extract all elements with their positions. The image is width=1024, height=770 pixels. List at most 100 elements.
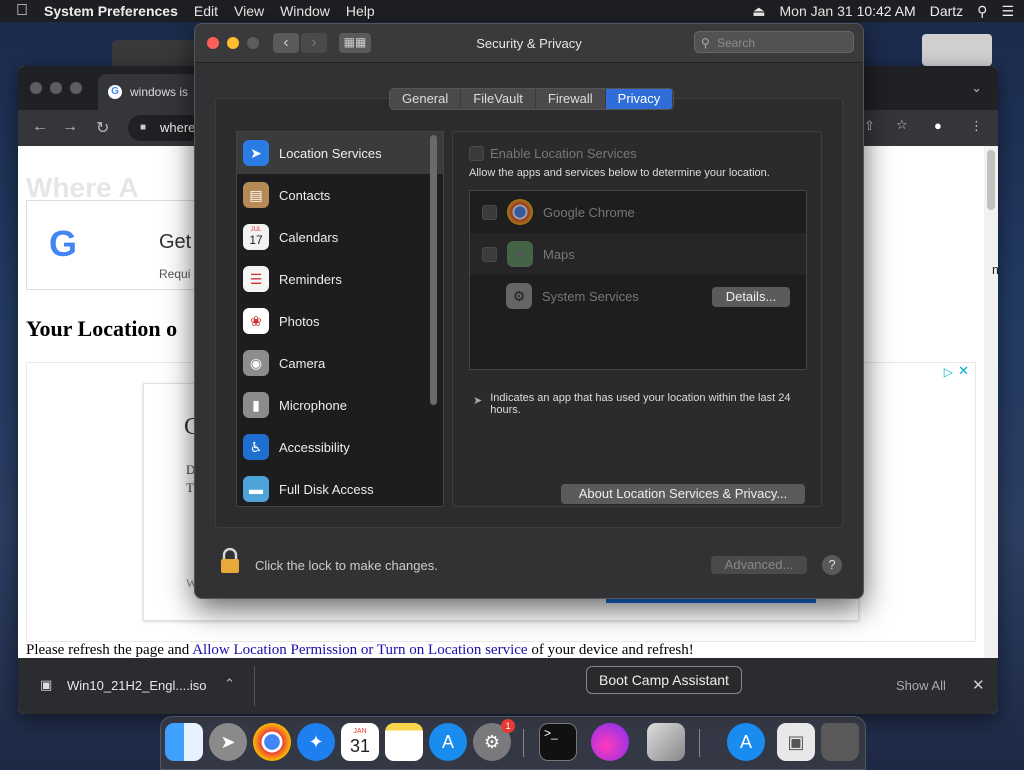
menu-bar:  System Preferences Edit View Window He… (0, 0, 1024, 22)
tab-search-chevron-icon[interactable]: ⌄ (971, 80, 982, 96)
tab-general[interactable]: General (390, 89, 462, 109)
category-item-accessibility[interactable]: ♿ Accessibility (237, 426, 443, 468)
download-chevron-icon[interactable]: ⌃ (224, 676, 235, 692)
system-preferences-gear-icon[interactable]: ⚙ 1 (473, 719, 515, 761)
installer-orb-icon[interactable] (591, 723, 629, 761)
right-edge-text: m (992, 262, 998, 277)
card-title: Get (159, 231, 192, 253)
category-item-photos[interactable]: ❀ Photos (237, 300, 443, 342)
app-store-download-icon[interactable]: A (727, 723, 765, 761)
boot-camp-assistant-icon[interactable] (647, 723, 685, 761)
profile-avatar-icon[interactable]: ● (934, 118, 942, 133)
maps-checkbox[interactable] (482, 246, 497, 262)
google-card: G Get Requi (26, 200, 218, 290)
category-label: Camera (279, 355, 326, 371)
background-window-right (922, 34, 992, 66)
menu-window[interactable]: Window (280, 3, 330, 19)
category-label: Calendars (279, 229, 339, 245)
details-button[interactable]: Details... (712, 287, 790, 307)
category-scroll-thumb[interactable] (430, 135, 437, 405)
trash-icon[interactable] (821, 723, 859, 761)
location-permission-link[interactable]: Allow Location Permission or Turn on Loc… (192, 642, 527, 658)
show-all-button[interactable]: Show All (896, 678, 946, 693)
app-name-system-services: System Services (542, 288, 639, 304)
ad-close-icon[interactable]: ✕ (958, 363, 969, 379)
notification-badge: 1 (501, 719, 515, 733)
tab-privacy[interactable]: Privacy (605, 89, 674, 109)
menu-edit[interactable]: Edit (194, 3, 218, 19)
close-shelf-icon[interactable]: ✕ (972, 676, 985, 694)
refresh-text-before: Please refresh the page and (26, 642, 193, 658)
spotlight-search-icon[interactable]: ⚲ (977, 3, 987, 20)
category-item-reminders[interactable]: ☰ Reminders (237, 258, 443, 300)
forward-icon[interactable]: → (62, 118, 78, 136)
reload-icon[interactable]: ↻ (96, 118, 109, 138)
menu-view[interactable]: View (234, 3, 264, 19)
ad-choices-icon[interactable]: ▷ (944, 365, 953, 380)
category-item-full-disk-access[interactable]: ▬ Full Disk Access (237, 468, 443, 506)
menu-app-name[interactable]: System Preferences (44, 3, 178, 19)
app-store-icon[interactable]: A (429, 723, 467, 761)
category-item-microphone[interactable]: ▮ Microphone (237, 384, 443, 426)
dock-calendar-month: JAN (353, 728, 367, 735)
category-label: Photos (279, 313, 320, 329)
page-scrollbar[interactable] (984, 146, 998, 658)
bookmark-star-icon[interactable]: ☆ (896, 117, 908, 133)
app-row-chrome[interactable]: Google Chrome (470, 191, 806, 233)
finder-icon[interactable] (165, 723, 203, 761)
chrome-checkbox[interactable] (482, 204, 497, 220)
close-window-button[interactable] (30, 82, 42, 94)
shelf-divider (254, 666, 255, 706)
share-icon[interactable]: ⇧ (864, 118, 875, 134)
document-icon[interactable]: ▣ (777, 723, 815, 761)
tab-firewall[interactable]: Firewall (535, 89, 606, 109)
location-app-list: Google Chrome ➤ Maps ⚙ System Services D… (469, 190, 807, 370)
category-item-calendars[interactable]: JUL 17 Calendars (237, 216, 443, 258)
lock-icon[interactable] (219, 547, 241, 574)
camera-icon: ◉ (243, 350, 269, 376)
download-filename[interactable]: Win10_21H2_Engl....iso (67, 678, 206, 693)
ad-letter-2: T (186, 480, 194, 495)
security-privacy-window: ‹ › ▦▦ Security & Privacy ⚲ Search ➤ Loca… (194, 23, 864, 599)
page-scroll-thumb[interactable] (987, 150, 995, 210)
zoom-window-button[interactable] (70, 82, 82, 94)
menu-datetime[interactable]: Mon Jan 31 10:42 AM (780, 3, 916, 19)
launchpad-rocket-icon[interactable]: ➤ (209, 723, 247, 761)
location-arrow-icon: ➤ (243, 140, 269, 166)
menu-user[interactable]: Dartz (930, 3, 963, 19)
chrome-menu-icon[interactable]: ⋮ (970, 118, 983, 134)
category-label: Contacts (279, 187, 331, 203)
category-item-camera[interactable]: ◉ Camera (237, 342, 443, 384)
tab-filevault[interactable]: FileVault (461, 89, 536, 109)
lock-message: Click the lock to make changes. (255, 558, 438, 573)
microphone-icon: ▮ (243, 392, 269, 418)
apple-menu-icon[interactable]:  (16, 2, 28, 20)
category-label: Full Disk Access (279, 481, 374, 497)
advanced-button[interactable]: Advanced... (711, 556, 807, 574)
minimize-window-button[interactable] (50, 82, 62, 94)
menu-help[interactable]: Help (346, 3, 375, 19)
dock: ➤ ✦ JAN 31 A ⚙ 1 >_ A ▣ (160, 716, 866, 770)
enable-location-checkbox[interactable] (469, 146, 484, 161)
calendar-dock-icon[interactable]: JAN 31 (341, 723, 379, 761)
enable-location-row[interactable]: Enable Location Services (469, 146, 637, 161)
category-item-contacts[interactable]: ▤ Contacts (237, 174, 443, 216)
category-label: Reminders (279, 271, 342, 287)
app-row-system-services[interactable]: ⚙ System Services Details... (470, 275, 806, 317)
notes-icon[interactable] (385, 723, 423, 761)
app-row-maps[interactable]: ➤ Maps (470, 233, 806, 275)
control-center-icon[interactable]: ☰ (1001, 3, 1014, 20)
terminal-icon[interactable]: >_ (539, 723, 577, 761)
safari-compass-icon[interactable]: ✦ (297, 723, 335, 761)
search-input[interactable]: ⚲ Search (694, 31, 854, 53)
help-button[interactable]: ? (822, 555, 842, 575)
chrome-dock-icon[interactable] (253, 723, 291, 761)
back-icon[interactable]: ← (32, 118, 48, 136)
eject-icon[interactable]: ⏏ (752, 3, 765, 20)
location-arrow-icon: ➤ (473, 395, 483, 407)
search-icon: ⚲ (701, 36, 710, 50)
about-location-button[interactable]: About Location Services & Privacy... (561, 484, 805, 504)
privacy-category-list[interactable]: ➤ Location Services ▤ Contacts JUL 17 Calendar… (236, 131, 444, 507)
reminders-list-icon: ☰ (243, 266, 269, 292)
category-item-location-services[interactable]: ➤ Location Services (237, 132, 443, 174)
